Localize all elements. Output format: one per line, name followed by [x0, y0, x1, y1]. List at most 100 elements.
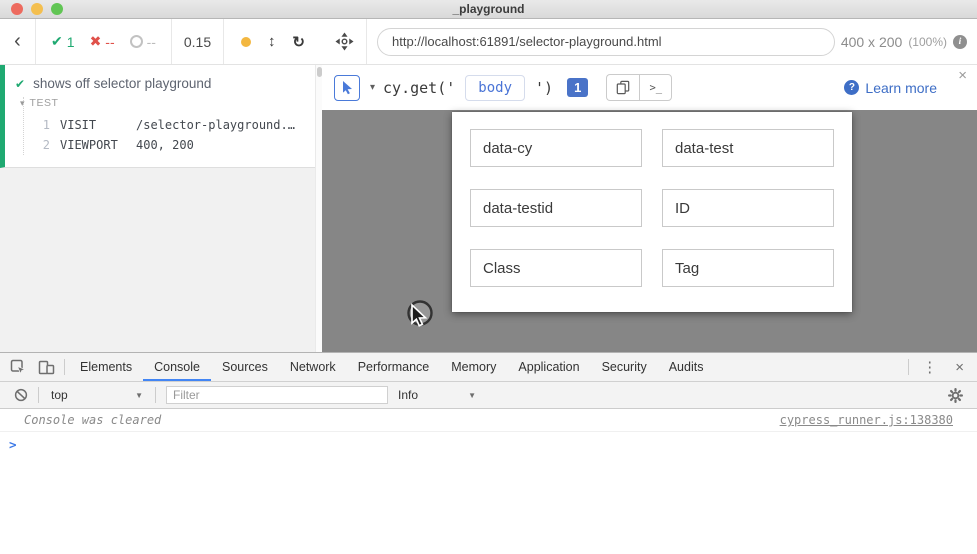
- divider: [155, 387, 156, 403]
- devtools-close-icon[interactable]: ×: [946, 359, 973, 376]
- cy-method-prefix: cy.get(': [383, 79, 455, 97]
- test-duration: 0.15: [172, 19, 224, 64]
- divider: [38, 387, 39, 403]
- devtools-tabbar: Elements Console Sources Network Perform…: [0, 353, 977, 382]
- restart-tests-icon[interactable]: ↻: [292, 33, 305, 51]
- stage-area: http://localhost:61891/selector-playgrou…: [322, 19, 977, 352]
- crosshair-icon: [335, 32, 354, 51]
- gear-icon: [948, 388, 963, 403]
- stage-header: http://localhost:61891/selector-playgrou…: [322, 19, 977, 65]
- context-value: top: [51, 388, 68, 402]
- terminal-icon: >_: [649, 82, 662, 94]
- viewport-info: 400 x 200 (100%) i: [835, 34, 977, 50]
- window-titlebar: _playground: [0, 0, 977, 19]
- toggle-device-toolbar-button[interactable]: [32, 353, 60, 381]
- tab-security[interactable]: Security: [591, 353, 658, 381]
- console-source-link[interactable]: cypress_runner.js:138380: [780, 413, 953, 427]
- check-icon: ✔: [51, 33, 63, 50]
- test-title-row[interactable]: ✔ shows off selector playground: [5, 74, 322, 97]
- element-picker-button[interactable]: [334, 75, 360, 101]
- command-name: VIEWPORT: [60, 138, 136, 152]
- console-prompt-icon: >: [9, 437, 17, 452]
- console-settings-button[interactable]: [948, 388, 969, 403]
- test-title: shows off selector playground: [33, 76, 211, 91]
- inspect-cursor-icon: [10, 359, 26, 375]
- passed-stat[interactable]: ✔ 1: [51, 33, 75, 50]
- command-number: 2: [24, 138, 50, 152]
- app-iframe-area: data-cy data-test data-testid ID Class T…: [322, 110, 977, 352]
- console-message: Console was cleared: [24, 413, 161, 427]
- chevron-down-icon: ▼: [468, 391, 476, 400]
- reporter-scrollbar[interactable]: [315, 65, 322, 352]
- question-icon: ?: [844, 80, 859, 95]
- collapse-caret-icon: ▾: [20, 98, 25, 109]
- failed-stat[interactable]: ✖ --: [90, 33, 115, 50]
- cypress-reporter-panel: ‹ ✔ 1 ✖ -- -- 0.15 ↕ ↻ ✔: [0, 19, 322, 352]
- selector-playground-toggle-button[interactable]: [322, 19, 367, 64]
- test-section-row[interactable]: ▾ TEST: [20, 97, 322, 115]
- selector-box-id[interactable]: ID: [662, 189, 834, 227]
- reporter-toolbar: ‹ ✔ 1 ✖ -- -- 0.15 ↕ ↻: [0, 19, 322, 65]
- clear-console-button[interactable]: [14, 388, 28, 402]
- url-address-bar[interactable]: http://localhost:61891/selector-playgrou…: [377, 28, 835, 56]
- pointer-cursor-icon: [341, 80, 354, 95]
- command-value: 400, 200: [136, 138, 194, 152]
- tab-application[interactable]: Application: [507, 353, 590, 381]
- mouse-cursor-click-indicator: [396, 292, 444, 338]
- pending-circle-icon: [130, 35, 143, 48]
- tab-sources[interactable]: Sources: [211, 353, 279, 381]
- test-stats: ✔ 1 ✖ -- --: [36, 19, 172, 64]
- method-dropdown-caret-icon[interactable]: ▾: [370, 82, 375, 93]
- test-section-label: TEST: [30, 97, 59, 109]
- selector-playground-bar: ▾ cy.get(' body ') 1 >_ ? Learn more ×: [322, 65, 977, 110]
- selector-box-data-test[interactable]: data-test: [662, 129, 834, 167]
- back-chevron-icon: ‹: [14, 30, 21, 53]
- command-row-visit[interactable]: 1 VISIT /selector-playground.…: [24, 115, 322, 135]
- pending-stat[interactable]: --: [130, 34, 156, 50]
- copy-icon: [616, 80, 630, 95]
- tab-memory[interactable]: Memory: [440, 353, 507, 381]
- learn-more-label: Learn more: [865, 80, 937, 96]
- execution-context-select[interactable]: top ▼: [51, 388, 143, 402]
- duration-value: 0.15: [184, 34, 211, 50]
- learn-more-link[interactable]: ? Learn more: [844, 80, 937, 96]
- selector-box-class[interactable]: Class: [470, 249, 642, 287]
- back-button[interactable]: ‹: [0, 19, 36, 64]
- cy-method-suffix: '): [535, 79, 553, 97]
- viewport-size-label: 400 x 200: [841, 34, 903, 50]
- tab-network[interactable]: Network: [279, 353, 347, 381]
- test-result-block[interactable]: ✔ shows off selector playground ▾ TEST 1…: [0, 65, 322, 168]
- divider: [908, 359, 909, 375]
- selector-box-tag[interactable]: Tag: [662, 249, 834, 287]
- command-row-viewport[interactable]: 2 VIEWPORT 400, 200: [24, 135, 322, 155]
- console-prompt-row[interactable]: >: [0, 432, 977, 457]
- console-filter-input[interactable]: [166, 386, 388, 404]
- copy-selector-button[interactable]: [606, 74, 639, 101]
- failed-count: --: [105, 34, 114, 50]
- viewport-scale-icon[interactable]: ↕: [268, 33, 276, 50]
- log-level-value: Info: [398, 388, 418, 402]
- auto-scroll-indicator-icon[interactable]: [241, 37, 251, 47]
- print-to-console-button[interactable]: >_: [639, 74, 672, 101]
- inspect-element-button[interactable]: [4, 353, 32, 381]
- command-name: VISIT: [60, 118, 136, 132]
- log-level-select[interactable]: Info ▼: [398, 388, 476, 402]
- tab-elements[interactable]: Elements: [69, 353, 143, 381]
- close-playground-icon[interactable]: ×: [958, 67, 967, 84]
- info-icon[interactable]: i: [953, 35, 967, 49]
- url-text: http://localhost:61891/selector-playgrou…: [392, 34, 662, 49]
- devtools-panel: Elements Console Sources Network Perform…: [0, 352, 977, 554]
- devtools-menu-icon[interactable]: ⋮: [913, 358, 946, 376]
- cross-icon: ✖: [90, 33, 102, 50]
- selector-box-data-testid[interactable]: data-testid: [470, 189, 642, 227]
- clear-console-icon: [14, 388, 28, 402]
- tab-console[interactable]: Console: [143, 353, 211, 381]
- window-title: _playground: [0, 2, 977, 16]
- console-message-row: Console was cleared cypress_runner.js:13…: [0, 409, 977, 432]
- tab-audits[interactable]: Audits: [658, 353, 715, 381]
- match-count-badge: 1: [567, 78, 588, 97]
- tab-performance[interactable]: Performance: [347, 353, 441, 381]
- selector-input[interactable]: body: [465, 75, 525, 101]
- command-number: 1: [24, 118, 50, 132]
- selector-box-data-cy[interactable]: data-cy: [470, 129, 642, 167]
